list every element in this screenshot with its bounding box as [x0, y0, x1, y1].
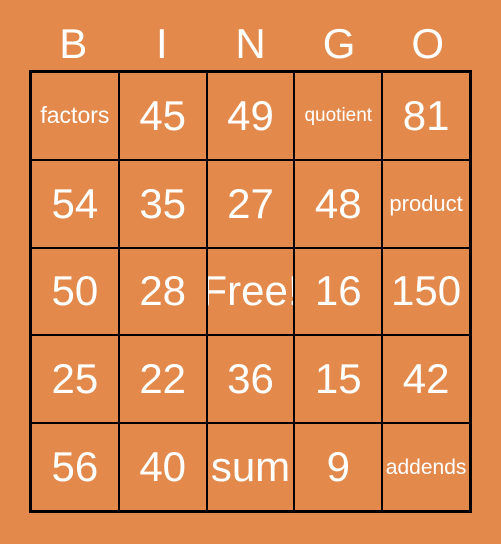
bingo-cell-label: 9: [326, 443, 350, 491]
bingo-cell-r4c4[interactable]: 15: [295, 336, 382, 423]
bingo-cell-r5c5[interactable]: addends: [383, 424, 469, 510]
bingo-cell-label: addends: [385, 455, 467, 479]
bingo-cell-label: 27: [227, 179, 274, 227]
bingo-cell-label: 50: [51, 267, 99, 315]
bingo-cell-r5c1[interactable]: 56: [32, 424, 118, 510]
bingo-cell-r3c3[interactable]: Free!: [207, 248, 294, 335]
bingo-cell-r3c4[interactable]: 16: [295, 248, 382, 335]
bingo-cell-r1c3[interactable]: 49: [207, 73, 294, 159]
bingo-cell-label: 36: [227, 355, 274, 403]
bingo-cell-label: quotient: [304, 105, 373, 127]
bingo-card: B I N G O factors 45 49 quotient 81 54 35 27 48 p…: [0, 0, 501, 544]
bingo-cell-label: 45: [139, 91, 187, 139]
bingo-cell-r3c5[interactable]: 150: [383, 248, 469, 335]
header-letter-n: N: [235, 20, 266, 67]
bingo-header: B I N G O: [29, 18, 472, 70]
bingo-cell-r4c2[interactable]: 22: [119, 336, 206, 423]
bingo-cell-r1c4[interactable]: quotient: [295, 73, 382, 159]
bingo-cell-label: 15: [314, 355, 362, 403]
header-letter-i: I: [156, 20, 168, 67]
bingo-cell-r4c1[interactable]: 25: [32, 336, 118, 423]
bingo-cell-r4c5[interactable]: 42: [383, 336, 469, 423]
bingo-cell-label: sum: [210, 443, 291, 491]
bingo-cell-label: 49: [227, 91, 274, 139]
bingo-cell-r5c2[interactable]: 40: [119, 424, 206, 510]
header-letter-g: G: [322, 20, 356, 67]
header-letter-b: B: [59, 20, 88, 67]
bingo-cell-r1c5[interactable]: 81: [383, 73, 469, 159]
bingo-cell-label: 16: [314, 267, 362, 315]
bingo-cell-label: 150: [391, 267, 462, 315]
bingo-cell-r2c2[interactable]: 35: [119, 160, 206, 247]
bingo-cell-label: 35: [139, 179, 187, 227]
bingo-cell-label: 25: [51, 355, 99, 403]
bingo-cell-r4c3[interactable]: 36: [207, 336, 294, 423]
header-letter-o: O: [411, 20, 444, 67]
bingo-cell-label: 48: [314, 179, 362, 227]
bingo-cell-r2c1[interactable]: 54: [32, 160, 118, 247]
bingo-cell-r2c5[interactable]: product: [383, 160, 469, 247]
bingo-cell-label: product: [389, 190, 463, 216]
bingo-cell-label: 81: [402, 91, 450, 139]
bingo-cell-r5c4[interactable]: 9: [295, 424, 382, 510]
bingo-cell-label: Free!: [207, 267, 294, 315]
bingo-cell-label: 22: [139, 355, 187, 403]
bingo-cell-r2c4[interactable]: 48: [295, 160, 382, 247]
bingo-cell-r1c2[interactable]: 45: [119, 73, 206, 159]
bingo-cell-r1c1[interactable]: factors: [32, 73, 118, 159]
bingo-cell-label: factors: [40, 102, 110, 129]
bingo-cell-r3c1[interactable]: 50: [32, 248, 118, 335]
bingo-cell-r3c2[interactable]: 28: [119, 248, 206, 335]
bingo-cell-r5c3[interactable]: sum: [207, 424, 294, 510]
bingo-cell-label: 56: [51, 443, 99, 491]
bingo-cell-label: 54: [51, 179, 99, 227]
bingo-grid: factors 45 49 quotient 81 54 35 27 48 product 50 28…: [29, 70, 472, 513]
bingo-cell-label: 40: [139, 443, 187, 491]
bingo-cell-label: 28: [139, 267, 187, 315]
bingo-cell-label: 42: [402, 355, 450, 403]
bingo-cell-r2c3[interactable]: 27: [207, 160, 294, 247]
